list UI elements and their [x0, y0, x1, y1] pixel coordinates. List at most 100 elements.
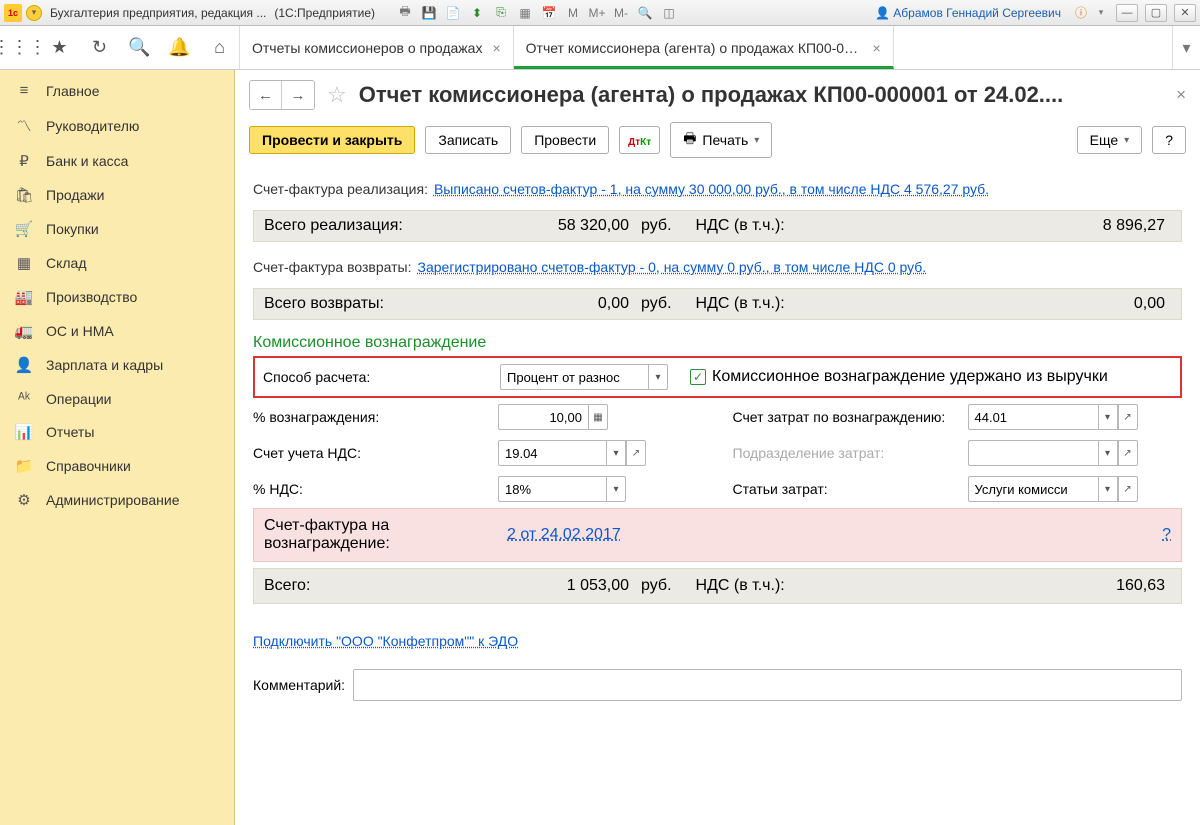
notifications-icon[interactable]: 🔔	[160, 26, 200, 69]
sidebar-item-label: Продажи	[46, 187, 104, 203]
help-link[interactable]: ?	[1162, 526, 1171, 544]
sidebar-item-label: Справочники	[46, 458, 131, 474]
sidebar-item-4[interactable]: 🛒Покупки	[0, 212, 234, 246]
sidebar: ≡Главное〽Руководителю₽Банк и касса🛍Прода…	[0, 70, 235, 825]
dept-select[interactable]: ▾ ↗	[968, 440, 1138, 466]
chevron-down-icon[interactable]: ▾	[1098, 440, 1118, 466]
sidebar-item-5[interactable]: ▦Склад	[0, 246, 234, 280]
total-return-vat: 0,00	[1051, 295, 1171, 313]
commission-heading: Комиссионное вознаграждение	[253, 334, 1182, 352]
calc-method-select[interactable]: Процент от разнос ▾	[500, 364, 668, 390]
save-icon[interactable]: 💾	[421, 5, 437, 21]
currency-label: руб.	[641, 295, 672, 313]
sidebar-item-8[interactable]: 👤Зарплата и кадры	[0, 348, 234, 382]
user-label[interactable]: 👤Абрамов Геннадий Сергеевич	[875, 6, 1061, 20]
commission-invoice-link[interactable]: 2 от 24.02.2017	[507, 526, 621, 544]
commission-total-row: Всего: 1 053,00 руб. НДС (в т.ч.): 160,6…	[253, 568, 1182, 604]
calculator-icon[interactable]: ▦	[517, 5, 533, 21]
sidebar-item-label: Склад	[46, 255, 87, 271]
sidebar-item-6[interactable]: 🏭Производство	[0, 280, 234, 314]
chevron-down-icon[interactable]: ▾	[1098, 476, 1118, 502]
windows-icon[interactable]: ◫	[661, 5, 677, 21]
open-icon[interactable]: ↗	[1118, 476, 1138, 502]
invoice-return-link[interactable]: Зарегистрировано счетов-фактур - 0, на с…	[418, 259, 927, 275]
edo-link[interactable]: Подключить "ООО "Конфетпром"" к ЭДО	[253, 633, 518, 649]
cost-account-select[interactable]: 44.01 ▾ ↗	[968, 404, 1138, 430]
chevron-down-icon[interactable]: ▾	[606, 476, 626, 502]
post-button[interactable]: Провести	[521, 126, 609, 154]
chevron-down-icon[interactable]: ▾	[648, 364, 668, 390]
sidebar-item-9[interactable]: ᴬᵏОперации	[0, 382, 234, 415]
vat-account-select[interactable]: 19.04 ▾ ↗	[498, 440, 646, 466]
favorite-icon[interactable]: ★	[40, 26, 80, 69]
doc-icon[interactable]: 📄	[445, 5, 461, 21]
comment-input[interactable]	[353, 669, 1182, 701]
currency-label: руб.	[641, 217, 672, 235]
sidebar-item-label: Зарплата и кадры	[46, 357, 163, 373]
main-toolbar: ⋮⋮⋮ ★ ↻ 🔍 🔔 ⌂ Отчеты комиссионеров о про…	[0, 26, 1200, 70]
sidebar-item-7[interactable]: 🚛ОС и НМА	[0, 314, 234, 348]
apps-icon[interactable]: ⋮⋮⋮	[0, 26, 40, 69]
sidebar-item-2[interactable]: ₽Банк и касса	[0, 144, 234, 178]
info-icon[interactable]: ⓘ	[1073, 5, 1089, 21]
sidebar-item-11[interactable]: 📁Справочники	[0, 449, 234, 483]
tab-report-list[interactable]: Отчеты комиссионеров о продажах ×	[240, 26, 514, 69]
app-menu-dropdown-icon[interactable]: ▾	[26, 5, 42, 21]
close-icon[interactable]: ×	[492, 40, 500, 56]
pct-input[interactable]: 10,00 ▦	[498, 404, 608, 430]
close-icon[interactable]: ×	[1176, 85, 1186, 105]
forward-button[interactable]: →	[282, 81, 314, 109]
sidebar-item-label: Администрирование	[46, 492, 180, 508]
commission-invoice-label: Счет-фактура на вознаграждение:	[264, 517, 507, 553]
back-button[interactable]: ←	[250, 81, 282, 109]
close-window-button[interactable]: ✕	[1174, 4, 1196, 22]
chevron-down-icon[interactable]: ▾	[606, 440, 626, 466]
open-icon[interactable]: ↗	[1118, 440, 1138, 466]
invoice-sale-link[interactable]: Выписано счетов-фактур - 1, на сумму 30 …	[434, 181, 989, 197]
print-button[interactable]: 🖶Печать	[670, 122, 772, 158]
compare-icon[interactable]: ⬍	[469, 5, 485, 21]
print-icon[interactable]: 🖶	[397, 5, 413, 21]
post-and-close-button[interactable]: Провести и закрыть	[249, 126, 415, 154]
printer-icon: 🖶	[683, 128, 696, 152]
maximize-button[interactable]: ▢	[1145, 4, 1167, 22]
history-icon[interactable]: ↻	[80, 26, 120, 69]
chevron-down-icon[interactable]: ▾	[1098, 404, 1118, 430]
content-area: ← → ☆ Отчет комиссионера (агента) о прод…	[235, 70, 1200, 825]
open-icon[interactable]: ↗	[626, 440, 646, 466]
sidebar-item-0[interactable]: ≡Главное	[0, 74, 234, 107]
info-dropdown-icon[interactable]: ▾	[1093, 5, 1109, 21]
sidebar-icon: 〽	[14, 115, 34, 136]
cost-account-label: Счет затрат по вознаграждению:	[733, 409, 968, 425]
total-sale-vat: 8 896,27	[1051, 217, 1171, 235]
vat-pct-select[interactable]: 18% ▾	[498, 476, 626, 502]
withheld-checkbox[interactable]: ✓	[690, 369, 706, 385]
calculator-icon[interactable]: ▦	[588, 404, 608, 430]
search-icon[interactable]: 🔍	[120, 26, 160, 69]
memory-mp-icon[interactable]: M+	[589, 5, 605, 21]
sidebar-icon: 🚛	[14, 322, 34, 340]
sidebar-item-1[interactable]: 〽Руководителю	[0, 107, 234, 144]
sidebar-item-12[interactable]: ⚙Администрирование	[0, 483, 234, 517]
close-icon[interactable]: ×	[872, 40, 880, 56]
home-icon[interactable]: ⌂	[200, 26, 240, 69]
dt-kt-button[interactable]: ДтКт	[619, 126, 660, 154]
vat-account-label: Счет учета НДС:	[253, 445, 498, 461]
vat-label: НДС (в т.ч.):	[696, 295, 785, 313]
save-button[interactable]: Записать	[425, 126, 511, 154]
sidebar-item-3[interactable]: 🛍Продажи	[0, 178, 234, 212]
minimize-button[interactable]: —	[1116, 4, 1138, 22]
memory-mm-icon[interactable]: M-	[613, 5, 629, 21]
tab-report-doc[interactable]: Отчет комиссионера (агента) о продажах К…	[514, 26, 894, 69]
more-button[interactable]: Еще	[1077, 126, 1143, 154]
open-icon[interactable]: ↗	[1118, 404, 1138, 430]
memory-m-icon[interactable]: M	[565, 5, 581, 21]
help-button[interactable]: ?	[1152, 126, 1186, 154]
copy-icon[interactable]: ⎘	[493, 5, 509, 21]
tabs-dropdown-icon[interactable]: ▾	[1172, 26, 1200, 69]
star-icon[interactable]: ☆	[327, 82, 347, 108]
zoom-icon[interactable]: 🔍	[637, 5, 653, 21]
cost-item-select[interactable]: Услуги комисси ▾ ↗	[968, 476, 1138, 502]
sidebar-item-10[interactable]: 📊Отчеты	[0, 415, 234, 449]
calendar-icon[interactable]: 📅	[541, 5, 557, 21]
